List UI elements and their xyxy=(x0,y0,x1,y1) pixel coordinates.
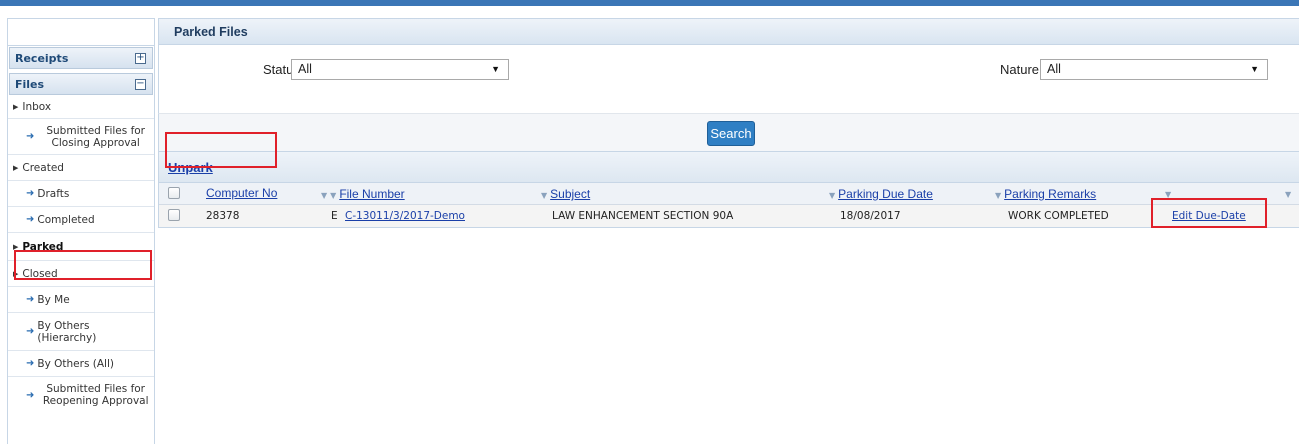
dropdown-caret-icon: ▼ xyxy=(491,64,500,74)
caret-right-icon: ▶ xyxy=(13,163,19,172)
unpark-link[interactable]: Unpark xyxy=(168,160,213,175)
sidebar-item-by-others-hierarchy[interactable]: ➜ By Others (Hierarchy) xyxy=(8,313,154,351)
column-header-parking-due-date[interactable]: ▼ Parking Due Date xyxy=(829,187,933,201)
sidebar-item-by-others-all[interactable]: ➜ By Others (All) xyxy=(8,351,154,377)
column-header-file-number[interactable]: ▼ ▼ File Number xyxy=(321,187,405,201)
arrow-right-icon: ➜ xyxy=(26,326,35,337)
sort-icon: ▼ xyxy=(995,191,1002,200)
collapse-icon[interactable]: − xyxy=(135,78,146,90)
arrow-right-icon: ➜ xyxy=(26,358,35,369)
action-bar: Unpark xyxy=(158,151,1299,183)
arrow-right-icon: ➜ xyxy=(26,188,35,199)
row-checkbox[interactable] xyxy=(168,209,180,221)
cell-due-date: 18/08/2017 xyxy=(840,210,901,222)
sidebar-item-by-me[interactable]: ➜ By Me xyxy=(8,287,154,313)
receipts-label: Receipts xyxy=(15,51,69,65)
column-menu-icon[interactable]: ▼ xyxy=(1285,187,1294,200)
arrow-right-icon: ➜ xyxy=(26,389,35,401)
grid-header: Computer No ▼ ▼ File Number ▼ Subject ▼ Park… xyxy=(159,183,1299,205)
expand-icon[interactable]: + xyxy=(135,52,146,64)
files-section-header[interactable]: Files − xyxy=(9,73,153,95)
filter-bar: Status All ▼ Nature All ▼ xyxy=(158,45,1299,113)
sidebar-item-parked[interactable]: ▶ Parked xyxy=(8,233,154,261)
cell-subject: LAW ENHANCEMENT SECTION 90A xyxy=(552,210,734,222)
arrow-right-icon: ➜ xyxy=(26,294,35,305)
nature-select[interactable]: All ▼ xyxy=(1040,59,1268,80)
caret-right-icon: ▶ xyxy=(13,242,19,251)
sort-icon: ▼ xyxy=(829,191,836,200)
column-header-parking-remarks[interactable]: ▼ Parking Remarks xyxy=(995,187,1096,201)
arrow-right-icon: ➜ xyxy=(26,214,35,225)
nature-label: Nature xyxy=(1000,62,1040,77)
sidebar-item-closed[interactable]: ▶ Closed xyxy=(8,261,154,287)
status-select[interactable]: All ▼ xyxy=(291,59,509,80)
search-button[interactable]: Search xyxy=(707,121,755,146)
column-header-computer-no[interactable]: Computer No xyxy=(206,186,277,200)
cell-remarks: WORK COMPLETED xyxy=(1008,210,1109,222)
select-all-checkbox[interactable] xyxy=(168,187,180,199)
sort-icon: ▼ xyxy=(330,191,337,200)
arrow-right-icon: ➜ xyxy=(26,131,35,142)
sidebar: Receipts + Files − ▶ Inbox ➜ Submitted F… xyxy=(7,18,155,444)
files-grid: Computer No ▼ ▼ File Number ▼ Subject ▼ Park… xyxy=(158,183,1299,228)
sidebar-item-submitted-reopening[interactable]: ➜ Submitted Files for Reopening Approval xyxy=(8,377,154,413)
sidebar-item-inbox[interactable]: ▶ Inbox xyxy=(8,96,154,119)
sidebar-item-drafts[interactable]: ➜ Drafts xyxy=(8,181,154,207)
caret-right-icon: ▶ xyxy=(13,103,19,111)
search-bar: Search xyxy=(158,113,1299,151)
sort-icon: ▼ xyxy=(541,191,548,200)
top-accent-bar xyxy=(0,0,1299,6)
file-number-link[interactable]: C-13011/3/2017-Demo xyxy=(345,210,465,222)
sidebar-item-submitted-closing[interactable]: ➜ Submitted Files for Closing Approval xyxy=(8,119,154,155)
caret-right-icon: ▶ xyxy=(13,269,19,278)
column-header-subject[interactable]: ▼ Subject xyxy=(541,187,590,201)
sort-icon: ▼ xyxy=(321,191,328,200)
page-title: Parked Files xyxy=(158,18,1299,45)
cell-computer-no: 28378 xyxy=(206,210,240,222)
sidebar-item-created[interactable]: ▶ Created xyxy=(8,155,154,181)
cell-type: E xyxy=(331,210,338,222)
edit-due-date-link[interactable]: Edit Due-Date xyxy=(1172,210,1246,222)
receipts-section-header[interactable]: Receipts + xyxy=(9,47,153,69)
dropdown-caret-icon: ▼ xyxy=(1250,64,1259,74)
column-menu-icon[interactable]: ▼ xyxy=(1165,187,1174,200)
sidebar-item-completed[interactable]: ➜ Completed xyxy=(8,207,154,233)
files-label: Files xyxy=(15,77,45,91)
table-row[interactable]: 28378 E C-13011/3/2017-Demo LAW ENHANCEM… xyxy=(159,205,1299,227)
main-panel: Parked Files Status All ▼ Nature All ▼ S… xyxy=(158,18,1299,230)
